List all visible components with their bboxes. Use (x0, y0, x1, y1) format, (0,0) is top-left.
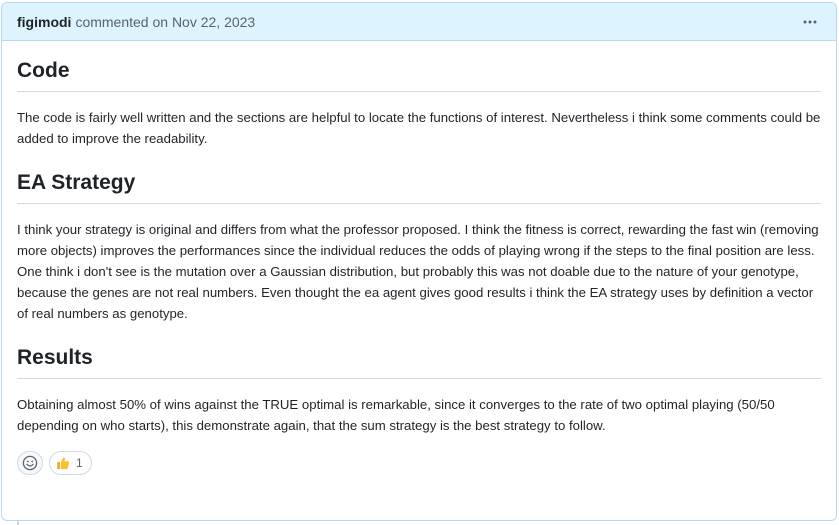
comment-box: figimodi commented on Nov 22, 2023 Code … (1, 2, 837, 521)
thumbs-up-reaction-button[interactable]: 1 (49, 451, 92, 475)
thumbs-up-icon (56, 456, 70, 470)
section-paragraph: The code is fairly well written and the … (17, 110, 821, 146)
reactions-bar: 1 (17, 451, 821, 475)
section-paragraph: I think your strategy is original and di… (17, 219, 821, 324)
add-reaction-button[interactable] (17, 451, 43, 475)
paragraph-line: I think your strategy is original and di… (17, 222, 819, 258)
comment-action: commented on (75, 13, 169, 30)
section-heading-results: Results (17, 344, 821, 379)
timeline-connector (17, 521, 19, 525)
section-heading-code: Code (17, 57, 821, 92)
comment-header: figimodi commented on Nov 22, 2023 (2, 3, 836, 41)
comment-date[interactable]: Nov 22, 2023 (172, 14, 255, 30)
paragraph-line: One think i don't see is the mutation ov… (17, 264, 814, 321)
comment-meta: commented on Nov 22, 2023 (75, 14, 255, 30)
reaction-count: 1 (76, 456, 83, 470)
comment-body: Code The code is fairly well written and… (2, 57, 836, 475)
comment-author[interactable]: figimodi (17, 14, 71, 30)
more-options-icon[interactable] (798, 12, 822, 32)
section-heading-ea-strategy: EA Strategy (17, 169, 821, 204)
section-paragraph: Obtaining almost 50% of wins against the… (17, 397, 775, 433)
smiley-icon (22, 455, 38, 471)
